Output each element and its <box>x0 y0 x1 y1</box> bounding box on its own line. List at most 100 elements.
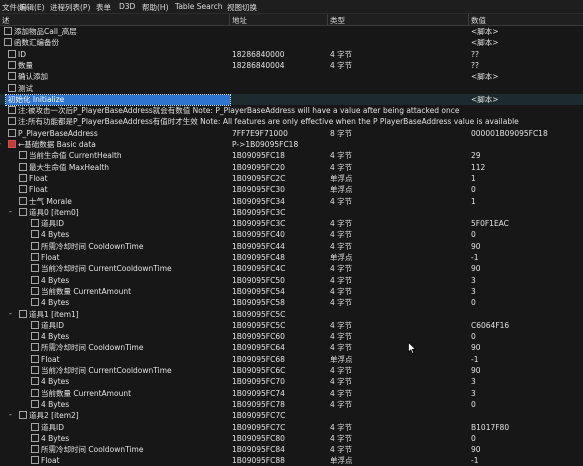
row-type[interactable]: 4 字节 <box>330 276 465 286</box>
row-value[interactable]: 90 <box>471 343 581 353</box>
column-header-type[interactable]: 类型 <box>330 15 345 26</box>
row-type[interactable]: 4 字节 <box>330 389 465 399</box>
activate-checkbox[interactable] <box>31 422 39 431</box>
column-divider[interactable] <box>468 14 469 25</box>
row-address[interactable]: 1B09095FC4C <box>232 264 327 274</box>
row-type[interactable]: 单浮点 <box>330 355 465 365</box>
activate-checkbox[interactable] <box>31 343 39 352</box>
table-row[interactable]: 道具ID 1B09095FC5C 4 字节 C6064F16 <box>0 320 583 331</box>
row-type[interactable]: 4 字节 <box>330 332 465 342</box>
item-group-row[interactable]: - 道具2 [item2] 1B09095FC7C <box>0 410 583 421</box>
row-address[interactable]: 1B09095FC64 <box>232 343 327 353</box>
row-value[interactable]: 0 <box>471 434 581 444</box>
row-type[interactable]: 4 字节 <box>330 434 465 444</box>
row-type[interactable]: 单浮点 <box>330 174 465 184</box>
menu-edit[interactable]: 编辑(E) <box>19 2 45 13</box>
row-address[interactable]: 1B09095FC58 <box>232 298 327 308</box>
column-divider[interactable] <box>327 14 328 25</box>
activate-checkbox[interactable] <box>4 27 12 35</box>
row-type[interactable]: 4 字节 <box>330 445 465 455</box>
table-row[interactable]: 当前生命值 CurrentHealth 1B09095FC18 4 字节 29 <box>0 150 583 161</box>
activate-checkbox[interactable] <box>31 445 39 454</box>
row-type[interactable]: 4 字节 <box>330 219 465 229</box>
row-type[interactable]: 4 字节 <box>330 163 465 173</box>
row-address[interactable]: 1B09095FC44 <box>232 242 327 252</box>
table-row[interactable]: 4 Bytes 1B09095FC78 4 字节 0 <box>0 399 583 410</box>
row-value[interactable]: 3 <box>471 276 581 286</box>
row-address[interactable]: 7FF7E9F71000 <box>232 129 327 139</box>
activate-checkbox[interactable] <box>19 411 27 420</box>
row-value[interactable]: C6064F16 <box>471 321 581 331</box>
row-value[interactable]: -1 <box>471 456 581 466</box>
table-row[interactable]: 4 Bytes 1B09095FC40 4 字节 0 <box>0 229 583 240</box>
activate-checkbox[interactable] <box>19 173 27 182</box>
activate-checkbox[interactable] <box>19 309 27 318</box>
row-address[interactable]: 1B09095FC84 <box>232 445 327 455</box>
row-address[interactable]: 1B09095FC34 <box>232 197 327 207</box>
row-value[interactable]: 90 <box>471 242 581 252</box>
table-row[interactable]: 4 Bytes 1B09095FC80 4 字节 0 <box>0 433 583 444</box>
row-type[interactable]: 单浮点 <box>330 253 465 263</box>
row-type[interactable]: 单浮点 <box>330 185 465 195</box>
activate-checkbox[interactable] <box>31 433 39 442</box>
row-address[interactable]: 1B09095FC74 <box>232 389 327 399</box>
row-address[interactable]: 1B09095FC88 <box>232 456 327 466</box>
collapse-toggle-icon[interactable]: - <box>9 207 12 216</box>
activate-checkbox[interactable] <box>19 185 27 194</box>
menu-process-list[interactable]: 进程列表(P) <box>50 2 90 13</box>
row-type[interactable]: 单浮点 <box>330 456 465 466</box>
row-address[interactable]: 1B09095FC3C <box>232 219 327 229</box>
row-value[interactable]: 0 <box>471 185 581 195</box>
item-group-row[interactable]: - 道具0 [item0] 1B09095FC3C <box>0 207 583 218</box>
row-value[interactable]: ?? <box>471 50 581 60</box>
row-address[interactable]: P->1B09095FC18 <box>232 140 327 150</box>
menu-form[interactable]: 表单 <box>96 2 111 13</box>
row-type[interactable]: 4 字节 <box>330 366 465 376</box>
activate-checkbox[interactable] <box>31 320 39 329</box>
activate-checkbox[interactable] <box>31 456 39 465</box>
row-value[interactable]: 0 <box>471 298 581 308</box>
table-row[interactable]: 道具ID 1B09095FC7C 4 字节 B1017F80 <box>0 422 583 433</box>
table-row[interactable]: 所需冷却时间 CooldownTime 1B09095FC64 4 字节 90 <box>0 342 583 353</box>
activate-checkbox[interactable] <box>31 377 39 386</box>
row-address[interactable]: 1B09095FC80 <box>232 434 327 444</box>
table-row[interactable]: 士气 Morale 1B09095FC34 4 字节 1 <box>0 196 583 207</box>
basic-data-group-row[interactable]: - ←基础数据 Basic data P->1B09095FC18 <box>0 139 583 150</box>
row-value[interactable]: <脚本> <box>471 27 581 37</box>
row-value[interactable]: <脚本> <box>471 72 581 82</box>
row-address[interactable]: 1B09095FC48 <box>232 253 327 263</box>
activate-checkbox[interactable] <box>31 241 39 250</box>
row-value[interactable]: <脚本> <box>471 95 581 105</box>
activate-checkbox[interactable] <box>31 275 39 284</box>
activate-checkbox[interactable] <box>31 366 39 374</box>
activate-checkbox[interactable] <box>19 196 27 205</box>
table-row[interactable]: 4 Bytes 1B09095FC58 4 字节 0 <box>0 297 583 308</box>
table-row[interactable]: 4 Bytes 1B09095FC50 4 字节 3 <box>0 275 583 286</box>
row-type[interactable]: 4 字节 <box>330 264 465 274</box>
menu-table-search[interactable]: Table Search <box>175 2 223 11</box>
table-row[interactable]: 数量 18286840004 4 字节?? <box>0 60 583 71</box>
row-type[interactable]: 8 字节 <box>330 129 465 139</box>
collapse-toggle-icon[interactable]: - <box>0 139 1 148</box>
table-row[interactable]: 4 Bytes 1B09095FC70 4 字节 3 <box>0 376 583 387</box>
activate-checkbox[interactable] <box>8 72 16 81</box>
column-header-value[interactable]: 数值 <box>471 15 486 26</box>
activate-checkbox[interactable] <box>19 151 27 160</box>
collapse-toggle-icon[interactable]: - <box>9 309 12 318</box>
activate-checkbox[interactable] <box>8 140 16 148</box>
row-value[interactable]: -1 <box>471 253 581 263</box>
table-row[interactable]: Float 1B09095FC30 单浮点 0 <box>0 184 583 195</box>
row-address[interactable]: 1B09095FC7C <box>232 423 327 433</box>
activate-checkbox[interactable] <box>31 264 39 273</box>
table-row[interactable]: 初始化 Initialize <脚本> <box>0 93 583 106</box>
table-row[interactable]: 当前数量 CurrentAmount 1B09095FC54 4 字节 3 <box>0 286 583 297</box>
table-row[interactable]: 当前冷却时间 CurrentCooldownTime 1B09095FC4C 4 字… <box>0 263 583 274</box>
activate-checkbox[interactable] <box>31 230 39 239</box>
row-type[interactable]: 4 字节 <box>330 50 465 60</box>
table-row[interactable]: 测试 <box>0 83 583 94</box>
row-type[interactable]: 4 字节 <box>330 298 465 308</box>
row-type[interactable]: 4 字节 <box>330 287 465 297</box>
table-row[interactable]: 当前冷却时间 CurrentCooldownTime 1B09095FC6C 4 字… <box>0 365 583 376</box>
table-row[interactable]: P_PlayerBaseAddress 7FF7E9F71000 8 字节 00000… <box>0 128 583 139</box>
row-value[interactable]: 0 <box>471 230 581 240</box>
